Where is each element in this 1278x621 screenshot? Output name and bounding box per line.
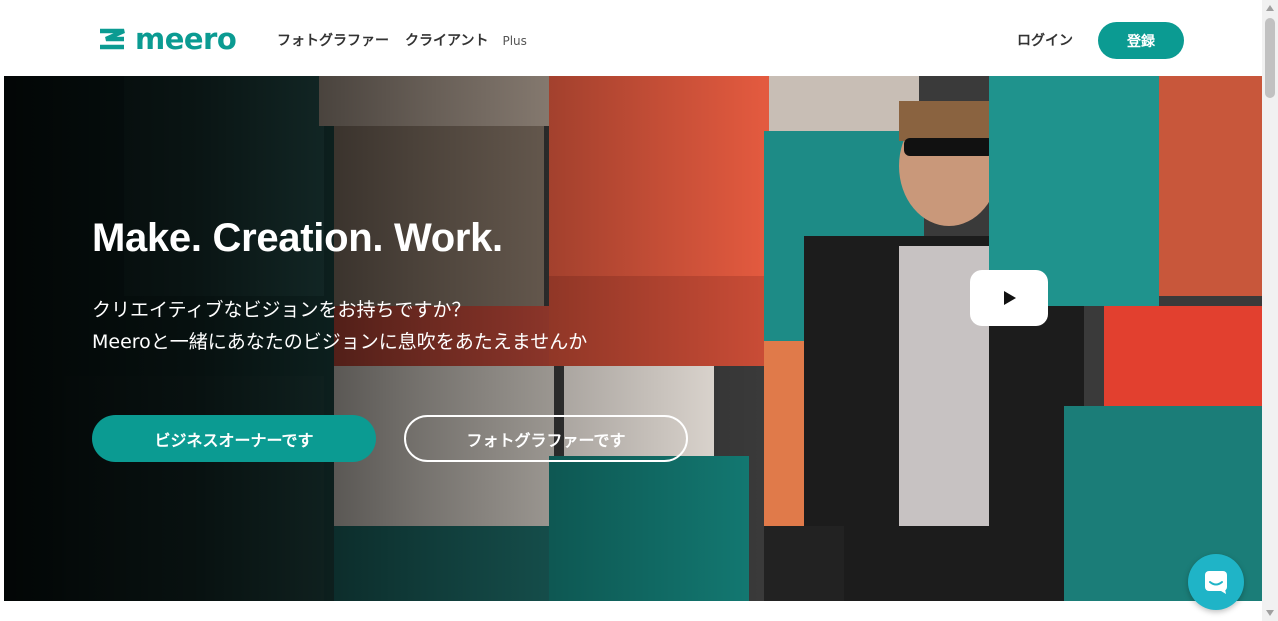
play-video-button[interactable]: [970, 270, 1048, 326]
photographer-button[interactable]: フォトグラファーです: [404, 415, 688, 462]
nav-plus[interactable]: Plus: [502, 34, 526, 48]
scroll-thumb[interactable]: [1265, 18, 1275, 98]
scroll-up-arrow-icon[interactable]: [1262, 0, 1278, 16]
hero-subtitle: クリエイティブなビジョンをお持ちですか？ Meeroと一緒にあなたのビジョンに息…: [92, 294, 587, 358]
site-header: meero フォトグラファー クライアント Plus ログイン 登録: [0, 0, 1262, 76]
hero-title: Make. Creation. Work.: [92, 216, 503, 260]
meero-logo[interactable]: meero: [98, 22, 237, 56]
chat-icon: [1205, 571, 1227, 594]
chat-launcher-button[interactable]: [1188, 554, 1244, 610]
hero-subtitle-line-2: Meeroと一緒にあなたのビジョンに息吹をあたえませんか: [92, 331, 588, 353]
hero-subtitle-line-1: クリエイティブなビジョンをお持ちですか？: [92, 299, 471, 321]
nav-client[interactable]: クライアント: [405, 30, 488, 50]
logo-text: meero: [135, 22, 237, 56]
scroll-down-arrow-icon[interactable]: [1262, 605, 1278, 621]
business-owner-button[interactable]: ビジネスオーナーです: [92, 415, 376, 462]
play-icon: [1004, 291, 1016, 305]
meero-logo-icon: [100, 28, 125, 50]
main-nav: フォトグラファー クライアント Plus: [277, 30, 527, 50]
signup-button[interactable]: 登録: [1098, 22, 1184, 59]
nav-photographer[interactable]: フォトグラファー: [277, 30, 389, 50]
page-scrollbar[interactable]: [1262, 0, 1278, 621]
login-link[interactable]: ログイン: [1017, 30, 1073, 50]
hero-section: Make. Creation. Work. クリエイティブなビジョンをお持ちです…: [4, 76, 1262, 601]
